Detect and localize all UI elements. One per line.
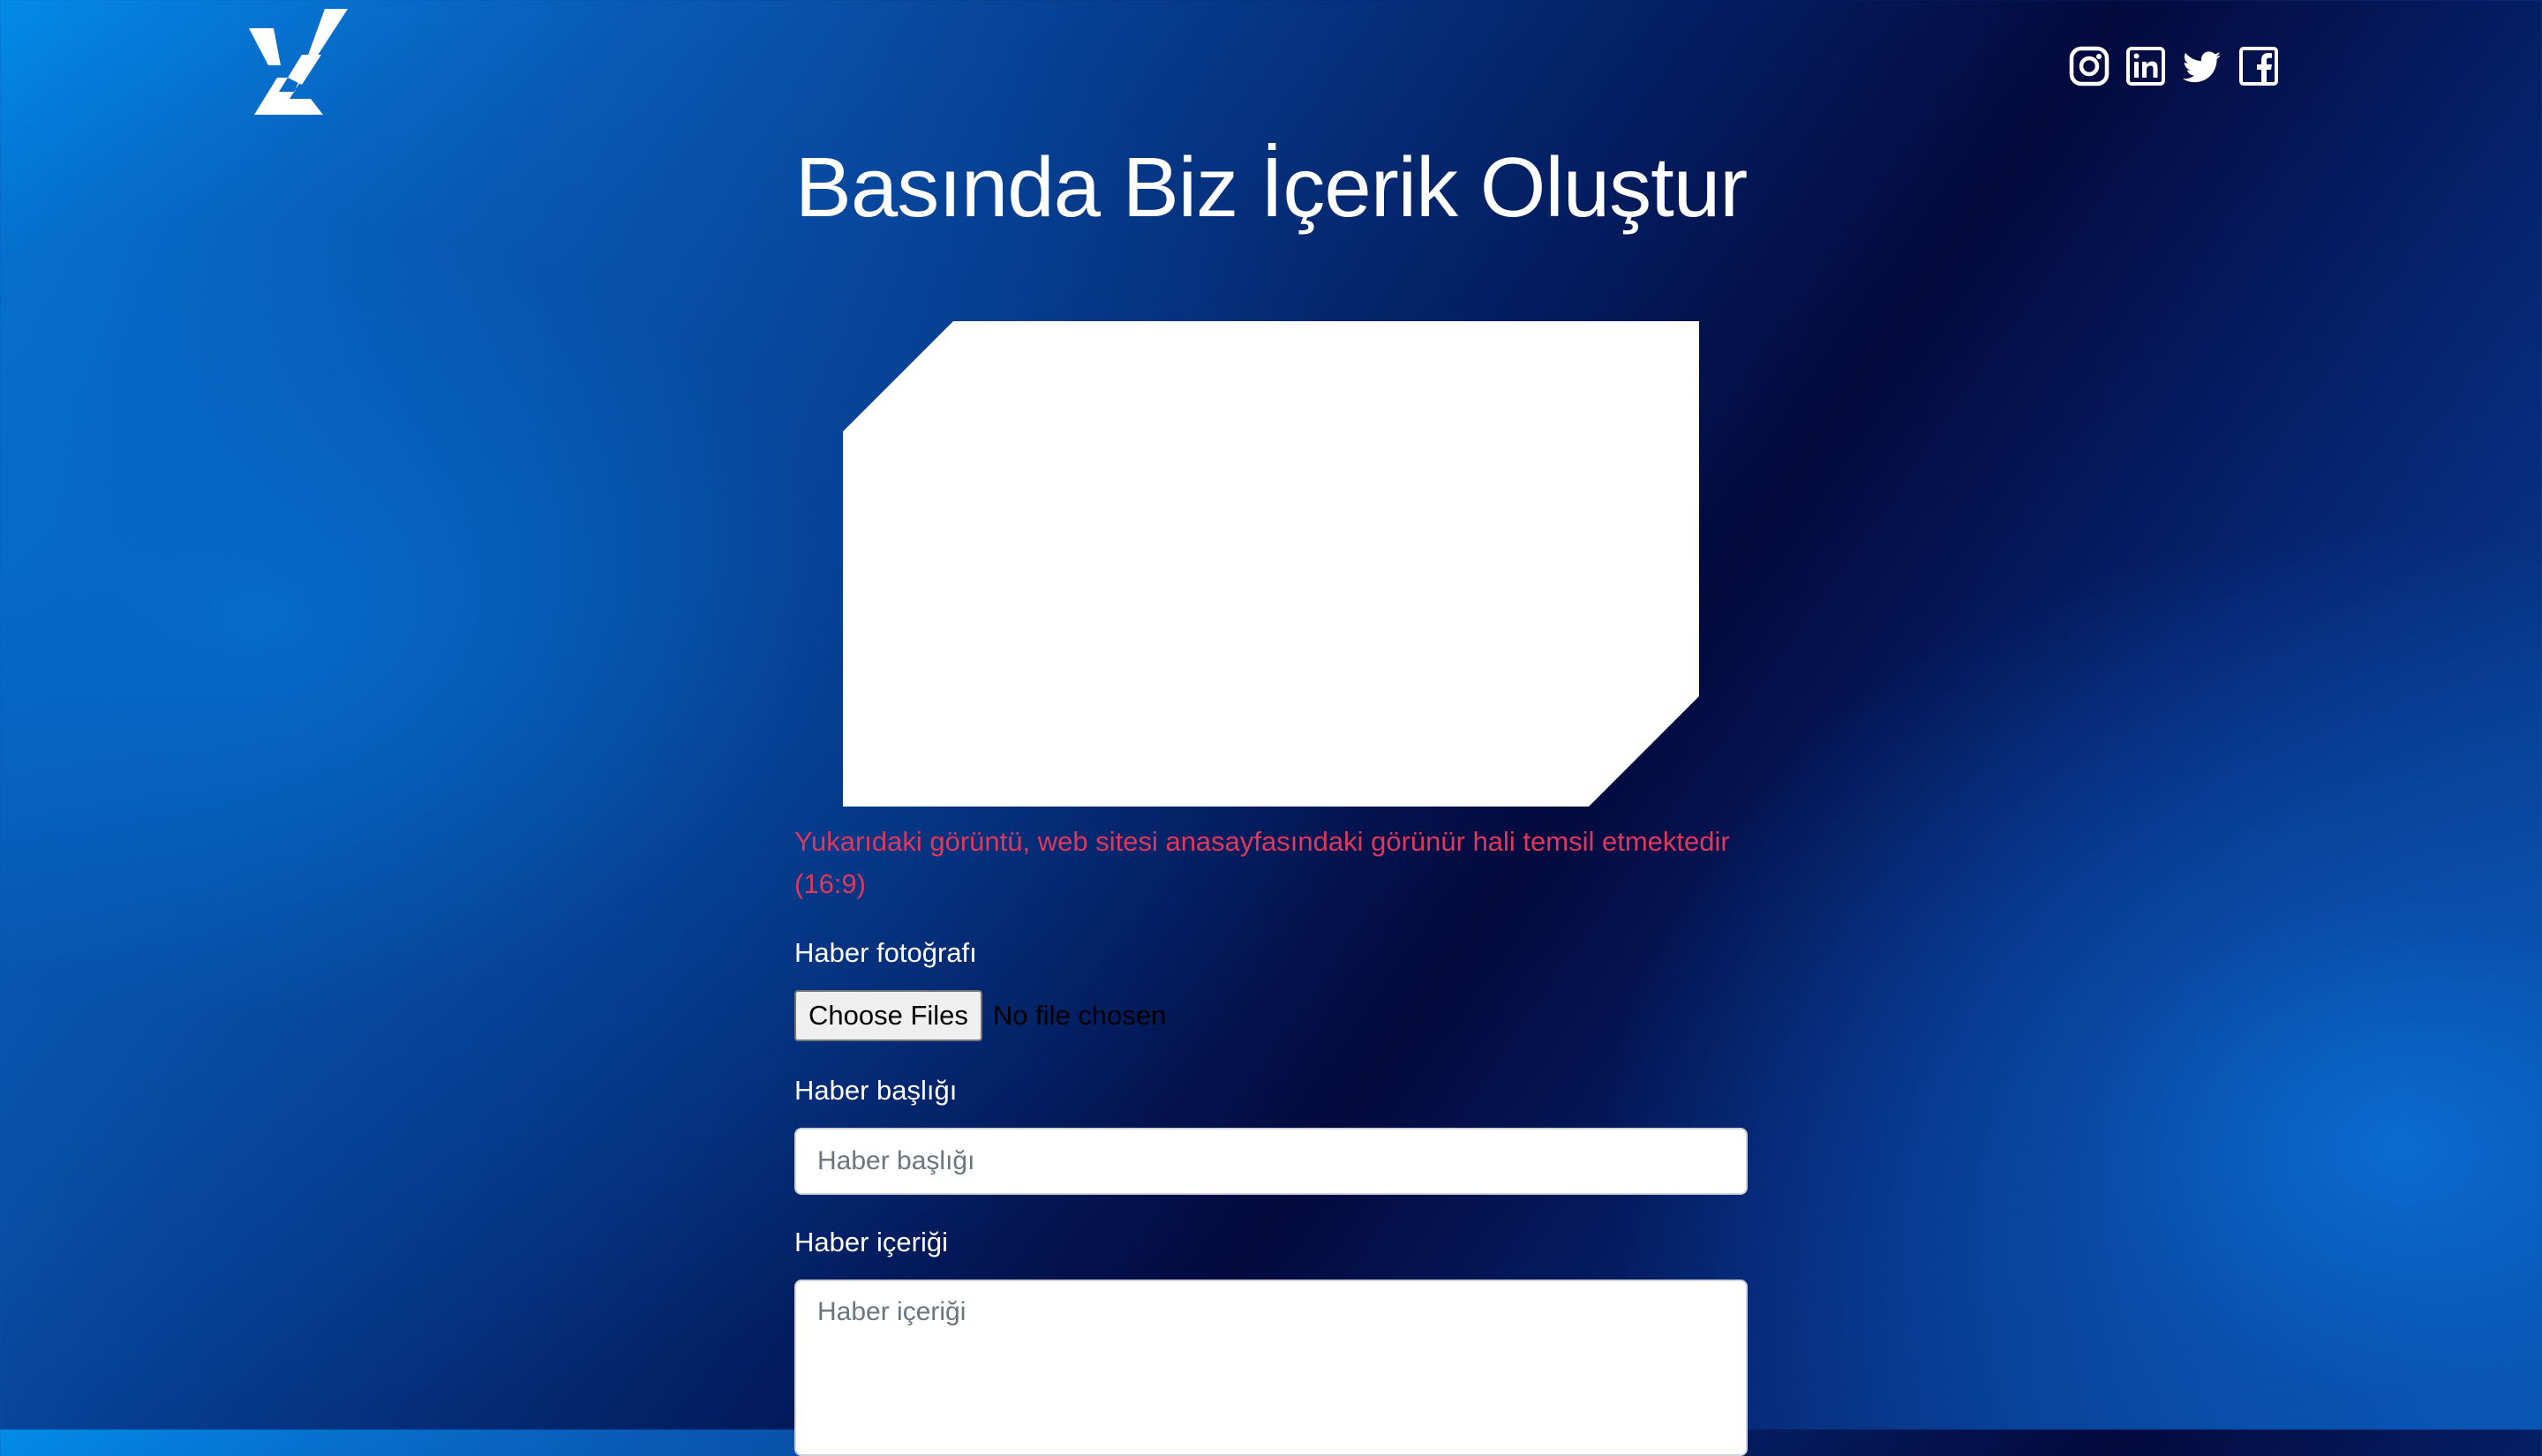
twitter-icon[interactable] xyxy=(2182,46,2222,86)
instagram-icon[interactable] xyxy=(2069,46,2110,86)
page-title: Basında Biz İçerik Oluştur xyxy=(794,140,1748,235)
news-image-preview xyxy=(843,321,1699,807)
file-input[interactable]: Choose Files No file chosen xyxy=(794,990,1166,1041)
facebook-icon[interactable] xyxy=(2238,46,2279,86)
social-links xyxy=(2069,46,2279,86)
choose-files-button[interactable]: Choose Files xyxy=(794,990,982,1041)
news-form: Yukarıdaki görüntü, web sitesi anasayfas… xyxy=(794,821,1748,1456)
news-content-textarea[interactable] xyxy=(794,1280,1748,1456)
file-status-text: No file chosen xyxy=(992,1000,1167,1031)
news-title-label: Haber başlığı xyxy=(794,1075,958,1106)
news-content-label: Haber içeriği xyxy=(794,1227,949,1257)
linkedin-icon[interactable] xyxy=(2125,46,2166,86)
preview-notice: Yukarıdaki görüntü, web sitesi anasayfas… xyxy=(794,826,1730,899)
news-title-input[interactable] xyxy=(794,1128,1748,1195)
photo-label: Haber fotoğrafı xyxy=(794,937,977,968)
brand-logo-icon[interactable] xyxy=(249,9,348,115)
